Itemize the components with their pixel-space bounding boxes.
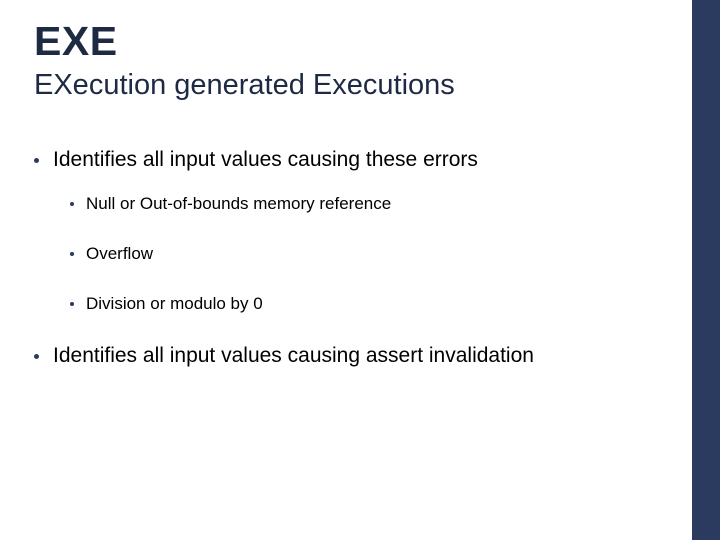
- bullet-level2: Overflow: [70, 244, 680, 264]
- bullet-text: Identifies all input values causing asse…: [53, 344, 534, 368]
- bullet-text: Identifies all input values causing thes…: [53, 148, 478, 172]
- bullet-level2: Division or modulo by 0: [70, 294, 680, 314]
- bullet-dot-icon: [34, 158, 39, 163]
- bullet-dot-icon: [70, 202, 74, 206]
- bullet-text: Overflow: [86, 244, 153, 264]
- bullet-level2: Null or Out-of-bounds memory reference: [70, 194, 680, 214]
- bullet-dot-icon: [34, 354, 39, 359]
- bullet-text: Null or Out-of-bounds memory reference: [86, 194, 391, 214]
- accent-bar: [692, 0, 720, 540]
- bullet-dot-icon: [70, 252, 74, 256]
- slide-title: EXE: [34, 18, 680, 65]
- bullet-dot-icon: [70, 302, 74, 306]
- bullet-level1: Identifies all input values causing thes…: [34, 148, 680, 172]
- slide-subtitle: EXecution generated Executions: [34, 69, 680, 102]
- slide-content: EXE EXecution generated Executions Ident…: [34, 18, 680, 390]
- bullet-text: Division or modulo by 0: [86, 294, 263, 314]
- slide: EXE EXecution generated Executions Ident…: [0, 0, 720, 540]
- bullet-sublist: Null or Out-of-bounds memory reference O…: [70, 194, 680, 314]
- slide-body: Identifies all input values causing thes…: [34, 148, 680, 368]
- bullet-level1: Identifies all input values causing asse…: [34, 344, 680, 368]
